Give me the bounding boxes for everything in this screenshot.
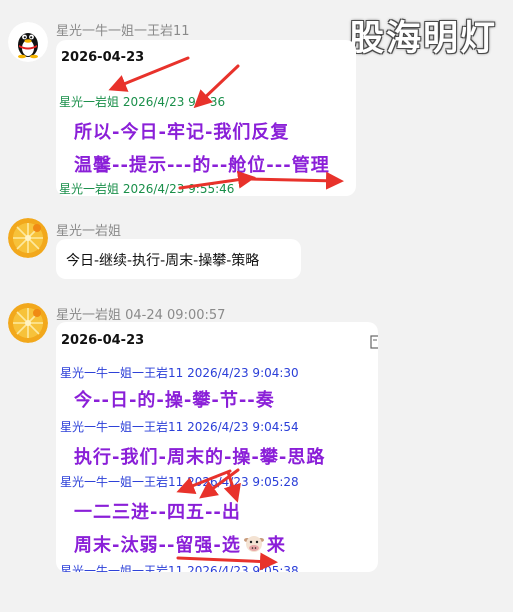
- card-meta: 星光一牛一姐一王岩11 2026/4/23 9:05:38: [60, 564, 299, 572]
- card-highlight-text: 一二三进--四五--出: [74, 502, 241, 523]
- sender-name: 星光一牛一姐一王岩11: [56, 24, 190, 39]
- watermark-logo: 股海明灯: [348, 19, 497, 59]
- card-meta: 星光一牛一姐一王岩11 2026/4/23 9:04:54: [60, 420, 299, 434]
- card-meta: 星光一牛一姐一王岩11 2026/4/23 9:04:30: [60, 366, 299, 380]
- card-meta: 星光一岩姐 2026/4/23 9: 36: [59, 95, 226, 109]
- message-text: 今日-继续-执行-周末-操攀-策略: [66, 253, 260, 269]
- card-highlight-text: 今--日-的-操-攀-节--奏: [74, 390, 275, 411]
- message-bubble[interactable]: 今日-继续-执行-周末-操攀-策略: [56, 239, 301, 279]
- card-meta: 星光一牛一姐一王岩11 2026/4/23 9:05:28: [60, 475, 299, 489]
- qq-penguin-icon[interactable]: [8, 22, 48, 62]
- sender-name: 星光一岩姐 04-24 09:00:57: [56, 308, 226, 323]
- copy-icon[interactable]: [370, 334, 378, 353]
- card-meta: 星光一岩姐 2026/4/23 9:55:46: [59, 182, 235, 196]
- cow-emoji-icon: [243, 533, 265, 560]
- card-highlight-text: 执行-我们-周末的-操-攀-思路: [74, 447, 326, 468]
- card-highlight-text: 所以-今日-牢记-我们反复: [74, 122, 290, 143]
- sender-name: 星光一岩姐: [56, 224, 122, 239]
- message-card[interactable]: 2026-04-23 星光一牛一姐一王岩11 2026/4/23 9:04:30…: [56, 322, 378, 572]
- card-date: 2026-04-23: [61, 333, 145, 348]
- card-highlight-text: 温馨--提示---的--舱位---管理: [74, 155, 330, 176]
- card-highlight-text: 周末-汰弱--留强-选 来: [74, 531, 286, 560]
- message-card[interactable]: 2026-04-23 星光一岩姐 2026/4/23 9: 36 所以-今日-牢记…: [56, 40, 356, 196]
- card-date: 2026-04-23: [61, 50, 145, 65]
- orange-fruit-avatar-icon[interactable]: [8, 303, 48, 343]
- orange-fruit-avatar-icon[interactable]: [8, 218, 48, 258]
